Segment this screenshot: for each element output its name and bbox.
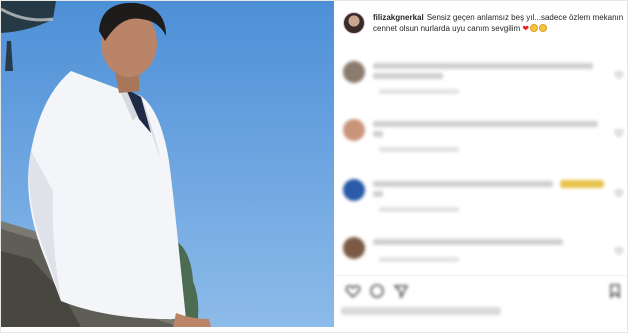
emoji-row xyxy=(560,180,604,188)
comment-item xyxy=(335,117,628,167)
comment-meta xyxy=(379,257,459,262)
like-comment-heart-icon[interactable] xyxy=(615,247,623,255)
heart-icon[interactable] xyxy=(345,283,361,299)
avatar[interactable] xyxy=(343,179,365,201)
comment-text xyxy=(373,121,598,127)
comment-item xyxy=(335,235,628,285)
share-icon[interactable] xyxy=(393,283,409,299)
comment-text xyxy=(373,63,593,69)
photo-scene xyxy=(1,1,211,327)
comment-item xyxy=(335,177,628,227)
comment-text xyxy=(373,131,383,137)
avatar[interactable] xyxy=(343,12,365,34)
post-panel: filizakgnerkal Sensiz geçen anlamsız beş … xyxy=(335,1,628,334)
like-comment-heart-icon[interactable] xyxy=(615,71,623,79)
comment-text xyxy=(373,239,563,245)
comment-icon[interactable] xyxy=(369,283,385,299)
comment-meta xyxy=(379,207,459,212)
avatar[interactable] xyxy=(343,237,365,259)
like-comment-heart-icon[interactable] xyxy=(615,129,623,137)
avatar[interactable] xyxy=(343,61,365,83)
post-caption: filizakgnerkal Sensiz geçen anlamsız beş … xyxy=(373,12,625,34)
caption-row: filizakgnerkal Sensiz geçen anlamsız beş … xyxy=(341,9,627,39)
like-comment-heart-icon[interactable] xyxy=(615,189,623,197)
comment-text xyxy=(373,73,443,79)
likes-count xyxy=(341,307,501,315)
post-username[interactable]: filizakgnerkal xyxy=(373,13,424,22)
action-bar xyxy=(341,283,627,301)
smile-emoji-icon xyxy=(539,24,548,32)
instagram-post: filizakgnerkal Sensiz geçen anlamsız beş … xyxy=(0,0,628,333)
post-photo xyxy=(1,1,334,327)
avatar[interactable] xyxy=(343,119,365,141)
comment-meta xyxy=(379,89,459,94)
divider xyxy=(335,275,628,276)
comment-text xyxy=(373,191,383,197)
smile-emoji-icon xyxy=(530,24,539,32)
comment-text xyxy=(373,181,553,187)
comment-item xyxy=(335,59,628,109)
comment-meta xyxy=(379,147,459,152)
bookmark-icon[interactable] xyxy=(607,283,623,299)
heart-emoji-icon: ❤ xyxy=(522,24,530,33)
